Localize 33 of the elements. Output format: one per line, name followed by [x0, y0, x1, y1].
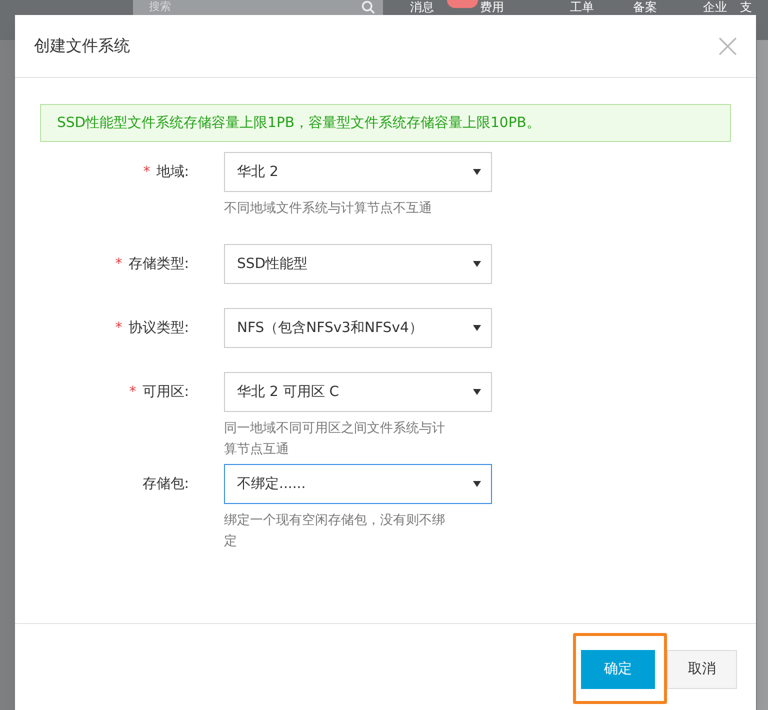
- help-text: 同一地域不同可用区之间文件系统与计算节点互通: [224, 420, 446, 459]
- field-label: * 地域:: [40, 152, 191, 192]
- nav-link[interactable]: 备案: [633, 0, 657, 14]
- field-label: * 协议类型:: [40, 308, 191, 348]
- nav-link[interactable]: 消息: [410, 0, 434, 14]
- nav-link[interactable]: 支: [740, 0, 752, 14]
- dropdown-caret-icon: [473, 325, 481, 331]
- cancel-button[interactable]: 取消: [667, 650, 737, 689]
- dialog-title: 创建文件系统: [34, 35, 130, 57]
- select-dropdown[interactable]: 不绑定......: [224, 464, 492, 504]
- select-dropdown[interactable]: NFS（包含NFSv3和NFSv4）: [224, 308, 492, 348]
- nav-link[interactable]: 工单: [570, 0, 594, 14]
- help-text: 不同地域文件系统与计算节点不互通: [224, 200, 433, 218]
- dropdown-caret-icon: [473, 481, 481, 487]
- info-banner: SSD性能型文件系统存储容量上限1PB，容量型文件系统存储容量上限10PB。: [40, 104, 731, 142]
- help-text: 绑定一个现有空闲存储包，没有则不绑定: [224, 512, 446, 551]
- nav-link[interactable]: 费用: [480, 0, 504, 14]
- select-dropdown[interactable]: 华北 2 可用区 C: [224, 372, 492, 412]
- nav-link[interactable]: 企业: [703, 0, 727, 14]
- field-label: 存储包:: [141, 474, 190, 494]
- field-label: * 可用区:: [40, 372, 191, 412]
- dropdown-caret-icon: [473, 169, 481, 175]
- required-mark: *: [143, 162, 150, 182]
- field-label: * 存储类型:: [40, 244, 191, 284]
- dropdown-caret-icon: [473, 261, 481, 267]
- required-mark: *: [115, 254, 122, 274]
- required-mark: *: [115, 318, 122, 338]
- dropdown-caret-icon: [473, 389, 481, 395]
- select-dropdown[interactable]: SSD性能型: [224, 244, 492, 284]
- search-icon[interactable]: [361, 0, 375, 14]
- select-dropdown[interactable]: 华北 2: [224, 152, 492, 192]
- required-mark: *: [129, 382, 136, 402]
- confirm-button[interactable]: 确定: [581, 650, 655, 689]
